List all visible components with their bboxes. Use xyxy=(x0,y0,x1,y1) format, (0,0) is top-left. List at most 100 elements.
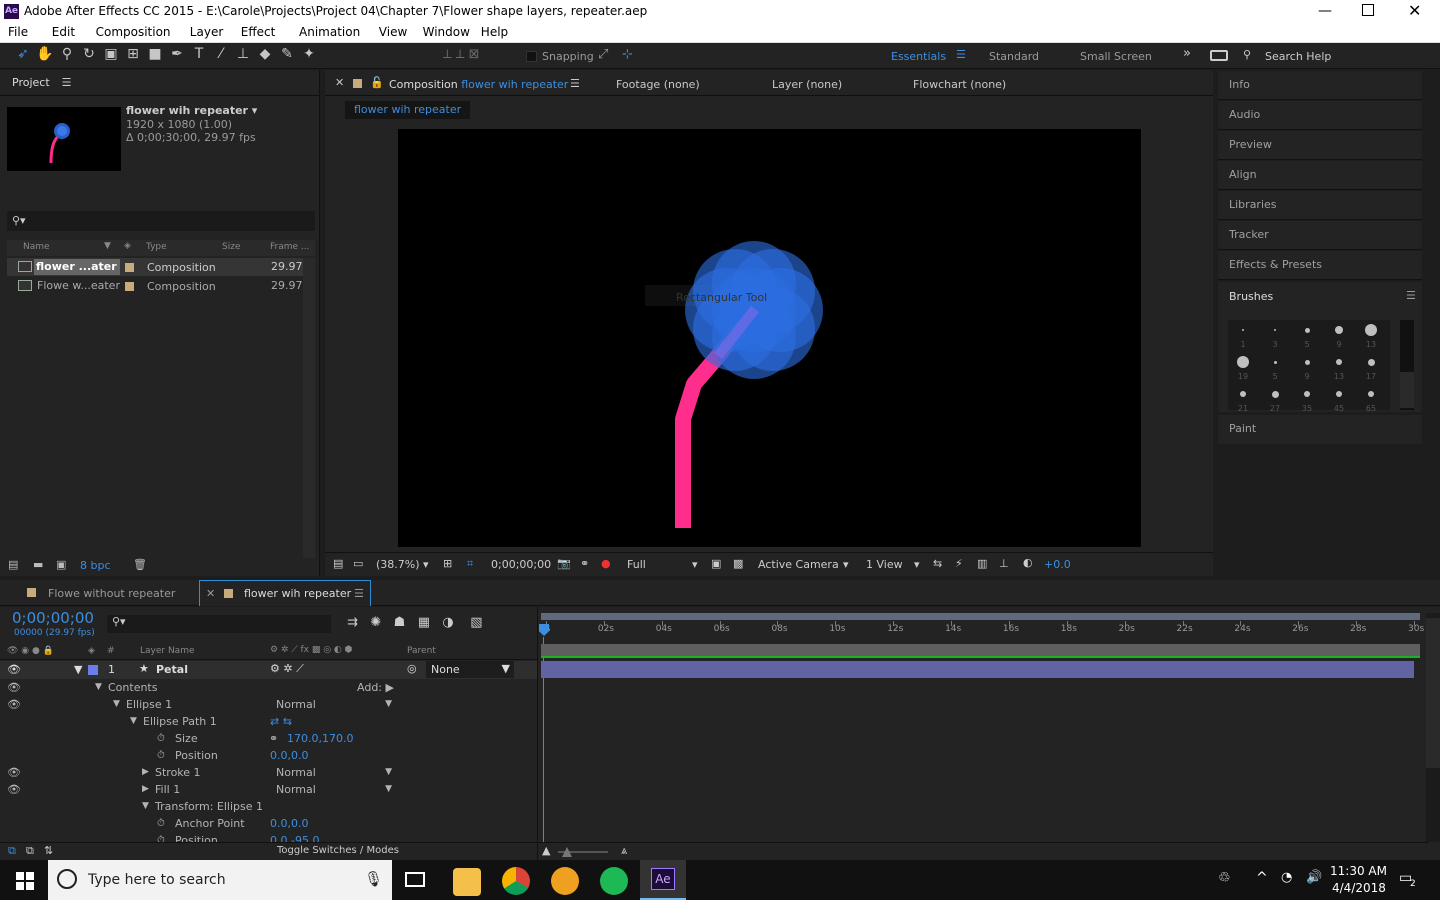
property-value[interactable]: 0.0,-95.0 xyxy=(270,832,319,842)
property-row[interactable]: ⏱ Anchor Point 0.0,0.0 xyxy=(0,815,535,832)
maximize-icon[interactable] xyxy=(1362,4,1374,16)
col-num[interactable]: # xyxy=(107,646,115,656)
region-of-interest-icon[interactable]: ▣ xyxy=(711,557,721,570)
comp-mini-flowchart-icon[interactable]: ⇉ xyxy=(347,615,358,630)
microphone-icon[interactable]: 🎙 xyxy=(364,870,383,888)
expand-icon[interactable]: ▼ xyxy=(74,663,82,676)
property-value[interactable]: 0.0,0.0 xyxy=(270,815,308,832)
comp-breadcrumb[interactable]: flower wih repeater xyxy=(345,101,471,119)
timeline-icon[interactable]: ▥ xyxy=(977,557,987,570)
brush-tip[interactable] xyxy=(1367,358,1375,366)
roto-brush-icon[interactable]: ✎ xyxy=(276,46,298,62)
project-scrollbar[interactable] xyxy=(303,258,315,558)
list-item[interactable]: Flowe w...eater Composition 29.97 xyxy=(7,277,315,295)
col-parent[interactable]: Parent xyxy=(407,646,436,656)
panel-menu-icon[interactable]: ☰ xyxy=(570,77,580,90)
parent-dropdown[interactable]: None ▼ xyxy=(426,661,514,678)
panel-tracker[interactable]: Tracker xyxy=(1218,221,1422,250)
tab-flowe-without-repeater[interactable]: Flowe without repeater xyxy=(48,587,175,600)
panel-menu-icon[interactable]: ☰ xyxy=(354,587,364,600)
selection-tool-icon[interactable]: ➶ xyxy=(12,46,34,62)
eye-icon[interactable]: 👁 xyxy=(7,696,21,713)
menu-help[interactable]: Help xyxy=(481,25,508,39)
new-folder-icon[interactable]: ▬ xyxy=(33,558,43,571)
type-tool-icon[interactable]: T xyxy=(188,46,210,62)
always-preview-icon[interactable]: ▤ xyxy=(333,557,343,570)
brush-tip[interactable] xyxy=(1304,391,1310,397)
panel-audio[interactable]: Audio xyxy=(1218,101,1422,130)
property-value[interactable]: 0.0,0.0 xyxy=(270,747,308,764)
stopwatch-icon[interactable]: ⏱ xyxy=(157,730,165,747)
stopwatch-icon[interactable]: ⏱ xyxy=(157,815,165,832)
zoom-dropdown[interactable]: (38.7%) ▾ xyxy=(376,558,429,571)
property-row[interactable]: 👁 ▼ Ellipse 1 Normal ▼ xyxy=(0,696,535,713)
motion-blur-icon[interactable]: ◑ xyxy=(442,615,453,630)
brush-tip[interactable] xyxy=(1237,356,1249,368)
label-color[interactable] xyxy=(125,282,134,291)
layer-duration-bar[interactable] xyxy=(541,661,1414,678)
project-search-input[interactable]: ⚲▾ xyxy=(7,211,315,231)
brush-tip[interactable] xyxy=(1336,359,1342,365)
draft-3d-icon[interactable]: ✺ xyxy=(370,615,381,630)
channel-icon[interactable]: ● xyxy=(601,557,611,570)
brush-tip[interactable] xyxy=(1242,329,1244,331)
chrome-icon[interactable] xyxy=(502,867,530,895)
bpc-button[interactable]: 8 bpc xyxy=(80,559,111,572)
tab-composition[interactable]: Composition flower wih repeater xyxy=(389,78,568,91)
toggle-switches-modes[interactable]: Toggle Switches / Modes xyxy=(277,845,399,856)
add-button[interactable]: Add: ▶ xyxy=(357,679,394,696)
snapping-checkbox[interactable] xyxy=(526,51,537,62)
label-color[interactable] xyxy=(125,263,134,272)
label-color[interactable] xyxy=(88,665,98,675)
layer-row[interactable]: 👁 ▼ 1 ★ Petal ⚙ ✲ ⟋ ◎ None ▼ xyxy=(0,661,537,679)
brush-tip[interactable] xyxy=(1365,324,1377,336)
brush-tip[interactable] xyxy=(1335,326,1343,334)
list-item[interactable]: flower ...ater Composition 29.97 ⊥ xyxy=(7,258,315,276)
menu-composition[interactable]: Composition xyxy=(96,25,171,39)
panel-libraries[interactable]: Libraries xyxy=(1218,191,1422,220)
menu-window[interactable]: Window xyxy=(423,25,470,39)
path-direction-icon[interactable]: ⇄ ⇆ xyxy=(270,713,292,730)
expand-icon[interactable]: ▶ xyxy=(142,764,149,781)
chevron-down-icon[interactable]: ▾ xyxy=(914,558,920,571)
current-time[interactable]: 0;00;00;00 xyxy=(491,558,551,571)
camera-tool-icon[interactable]: ▣ xyxy=(100,46,122,62)
eye-icon[interactable]: 👁 xyxy=(7,781,21,798)
brush-tip[interactable] xyxy=(1368,391,1374,397)
workspace-small-screen[interactable]: Small Screen xyxy=(1080,50,1152,63)
snapshot-icon[interactable]: 📷 xyxy=(557,557,571,570)
in-out-icon[interactable]: ⇅ xyxy=(44,844,53,857)
brush-scrollbar[interactable] xyxy=(1400,320,1414,410)
blend-mode-dropdown[interactable]: Normal ▼ xyxy=(270,782,394,797)
expand-icon[interactable]: ▶ xyxy=(142,781,149,798)
shy-icon[interactable]: ☗ xyxy=(394,615,406,630)
col-layer-name[interactable]: Layer Name xyxy=(140,646,195,656)
brush-tip[interactable] xyxy=(1304,327,1310,333)
brushes-title[interactable]: Brushes xyxy=(1229,290,1273,303)
brush-tips[interactable]: 1 3 5 9 13 19 5 9 13 17 21 27 35 45 65 xyxy=(1228,320,1390,413)
menu-edit[interactable]: Edit xyxy=(52,25,75,39)
pick-whip-icon[interactable]: ◎ xyxy=(407,662,417,675)
chevron-down-icon[interactable]: ▾ xyxy=(692,558,698,571)
chevron-up-icon[interactable]: ^ xyxy=(1256,870,1268,886)
zoom-out-icon[interactable]: ▲ xyxy=(542,844,550,857)
start-icon[interactable] xyxy=(16,872,34,890)
sync-icon[interactable] xyxy=(1210,50,1228,61)
eye-icon[interactable]: 👁 xyxy=(7,764,21,781)
rotate-tool-icon[interactable]: ↻ xyxy=(78,46,100,62)
app-icon[interactable] xyxy=(551,867,579,895)
clock-date[interactable]: 4/4/2018 xyxy=(1332,881,1386,895)
stopwatch-icon[interactable]: ⏱ xyxy=(157,832,165,842)
puppet-pin-icon[interactable]: ✦ xyxy=(298,46,320,62)
safe-zones-icon[interactable]: ⊞ xyxy=(443,557,452,570)
layer-switches[interactable]: ⚙ ✲ ⟋ xyxy=(270,662,304,676)
tab-footage[interactable]: Footage (none) xyxy=(616,78,700,91)
view-layout-dropdown[interactable]: 1 View xyxy=(866,558,903,571)
property-row[interactable]: 👁 ▼ Contents Add: ▶ xyxy=(0,679,535,696)
menu-effect[interactable]: Effect xyxy=(241,25,276,39)
brush-tip[interactable] xyxy=(1336,391,1342,397)
after-effects-task[interactable]: Ae xyxy=(640,860,686,900)
snap-grid-icon[interactable]: ⊹ xyxy=(622,47,633,62)
layer-name[interactable]: Petal xyxy=(156,663,188,676)
mask-visibility-icon[interactable]: ⌗ xyxy=(467,557,473,571)
